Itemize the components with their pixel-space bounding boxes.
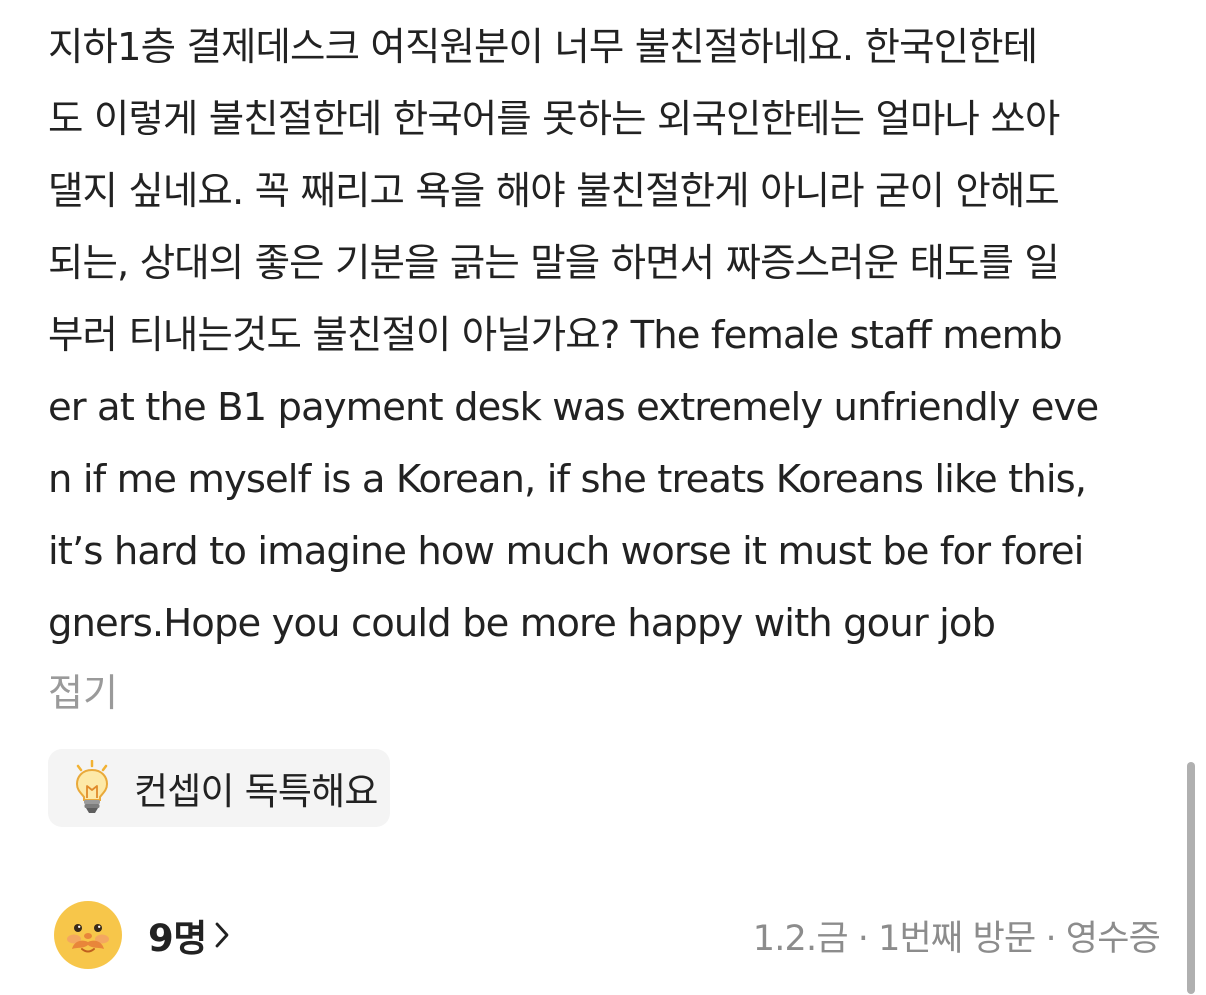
review-line: it’s hard to imagine how much worse it m… (48, 529, 1084, 574)
collapse-button[interactable]: 접기 (48, 660, 118, 726)
review-line: er at the B1 payment desk was extremely … (48, 385, 1099, 430)
meta-separator: · (1045, 918, 1056, 959)
review-line: 부러 티내는것도 불친절이 아닐가요? The female staff mem… (48, 313, 1063, 358)
review-line: 지하1층 결제데스크 여직원분이 너무 불친절하네요. 한국인한테 (48, 25, 1038, 70)
review-line: gners.Hope you could be more happy with … (48, 601, 996, 646)
visit-meta: 1.2.금 · 1번째 방문 · 영수증 (752, 910, 1161, 961)
review-footer: 9명 1.2.금 · 1번째 방문 · 영수증 (48, 895, 1161, 975)
review-line: 되는, 상대의 좋은 기분을 긁는 말을 하면서 짜증스러운 태도를 일 (48, 241, 1060, 286)
review-line: 도 이렇게 불친절한데 한국어를 못하는 외국인한테는 얼마나 쏘아 (48, 97, 1060, 142)
reaction-summary[interactable]: 9명 (48, 899, 231, 971)
keyword-chip[interactable]: 컨셉이 독특해요 (48, 749, 390, 827)
visit-count: 1번째 방문 (878, 918, 1036, 959)
reaction-count: 9명 (148, 917, 207, 960)
visit-date: 1.2.금 (752, 918, 849, 959)
avatar (54, 901, 122, 969)
keyword-label: 컨셉이 독특해요 (134, 770, 378, 813)
receipt-label: 영수증 (1065, 918, 1161, 959)
review-line: 댈지 싶네요. 꼭 째리고 욕을 해야 불친절한게 아니라 굳이 안해도 (48, 169, 1060, 214)
review-line: n if me myself is a Korean, if she treat… (48, 457, 1087, 502)
scrollbar[interactable] (1187, 762, 1195, 994)
review-text: 지하1층 결제데스크 여직원분이 너무 불친절하네요. 한국인한테 도 이렇게 … (48, 12, 1158, 660)
chevron-right-icon (215, 922, 229, 948)
lightbulb-icon (75, 760, 109, 813)
meta-separator: · (857, 918, 869, 959)
